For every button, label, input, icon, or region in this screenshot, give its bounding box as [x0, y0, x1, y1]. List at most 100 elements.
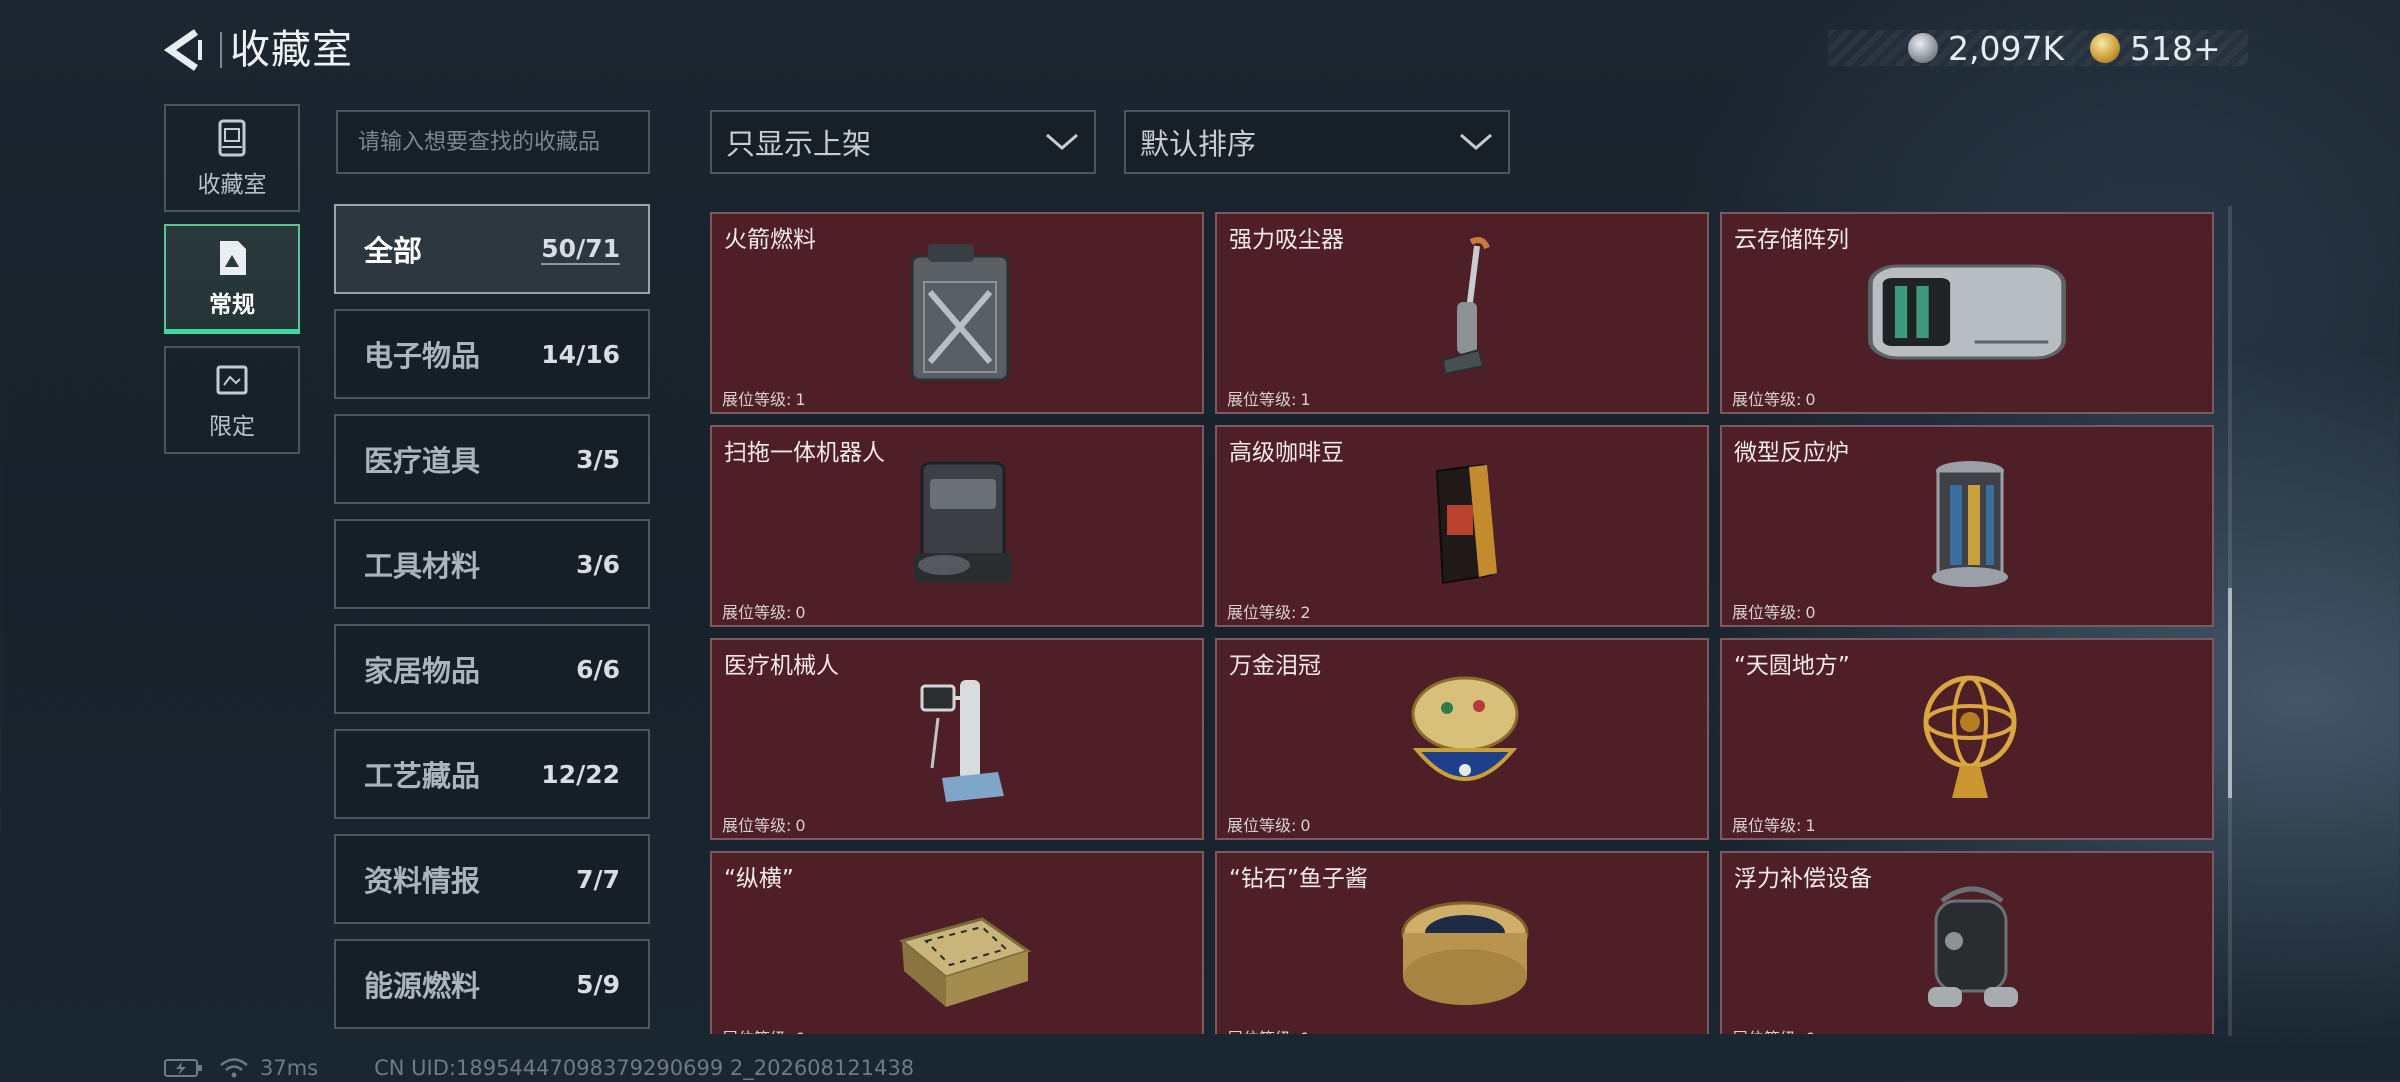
item-level-value: 1 [1300, 390, 1311, 409]
item-level: 展位等级:1 [718, 386, 806, 410]
battery-charging-icon [164, 1059, 202, 1077]
item-card[interactable]: 强力吸尘器 展位等级: 1 [1215, 212, 1709, 414]
item-level-label: 展位等级: [1732, 603, 1802, 622]
item-level-value: 2 [1300, 603, 1311, 622]
item-card[interactable]: 微型反应炉 展位等级: 0 [1720, 425, 2214, 627]
item-level-label: 展位等级: [722, 603, 792, 622]
category-count: 3/6 [576, 549, 620, 579]
search-input[interactable] [338, 112, 648, 172]
item-card[interactable]: 医疗机械人 展位等级: 0 [710, 638, 1204, 840]
side-tab-regular[interactable]: 常规 [164, 224, 300, 334]
item-card[interactable]: 万金泪冠 展位等级: 0 [1215, 638, 1709, 840]
category-all[interactable]: 全部 50/71 [334, 204, 650, 294]
item-level: 展位等级:0 [718, 599, 806, 623]
chevron-left-icon [163, 29, 202, 71]
item-name: 扫拖一体机器人 [724, 440, 885, 466]
item-level-label: 展位等级: [1227, 816, 1297, 835]
cabinet-icon [218, 119, 246, 157]
item-name: 浮力补偿设备 [1734, 866, 1872, 892]
item-card[interactable]: 云存储阵列 展位等级: 0 [1720, 212, 2214, 414]
jeweled-egg-icon [1411, 676, 1519, 781]
vacuum-cleaner-icon [1441, 237, 1490, 376]
gold-coin-icon [2090, 33, 2120, 63]
title-separator [220, 32, 222, 68]
armillary-sphere-icon [1923, 675, 2017, 798]
category-energy[interactable]: 能源燃料 5/9 [334, 939, 650, 1029]
category-tools[interactable]: 工具材料 3/6 [334, 519, 650, 609]
item-card[interactable]: 浮力补偿设备 展位等级: 0 [1720, 851, 2214, 1034]
item-card[interactable]: 高级咖啡豆 展位等级: 2 [1215, 425, 1709, 627]
mopping-robot-icon [914, 461, 1012, 583]
currency-gold-value: 518+ [2130, 28, 2221, 68]
display-filter-dropdown[interactable]: 只显示上架 [710, 110, 1096, 174]
item-card[interactable]: 扫拖一体机器人 展位等级: 0 [710, 425, 1204, 627]
item-level-value: 0 [795, 603, 806, 622]
item-level-label: 展位等级: [722, 390, 792, 409]
medical-robot-icon [920, 680, 1004, 802]
fuel-canister-icon [910, 244, 1010, 382]
category-name: 能源燃料 [364, 969, 481, 1003]
category-medical[interactable]: 医疗道具 3/5 [334, 414, 650, 504]
item-level: 展位等级:1 [1223, 386, 1311, 410]
silver-coin-icon [1908, 33, 1938, 63]
search-box[interactable] [336, 110, 650, 174]
side-tab-collection-room[interactable]: 收藏室 [164, 104, 300, 212]
item-name: 微型反应炉 [1734, 440, 1849, 466]
item-name: “天圆地方” [1734, 653, 1850, 679]
item-level: 展位等级:0 [1728, 599, 1816, 623]
wifi-icon [220, 1058, 248, 1078]
item-level: 展位等级:0 [1728, 386, 1816, 410]
item-name: 高级咖啡豆 [1229, 440, 1344, 466]
item-level-label: 展位等级: [722, 816, 792, 835]
side-tab-label: 收藏室 [197, 172, 267, 198]
item-card[interactable]: “天圆地方” 展位等级: 1 [1720, 638, 2214, 840]
currency-silver: 2,097K [1908, 29, 2064, 68]
item-level: 展位等级:0 [718, 812, 806, 836]
item-name: 医疗机械人 [724, 653, 839, 679]
buoyancy-device-icon [1928, 886, 2018, 1007]
category-name: 资料情报 [364, 864, 481, 898]
item-card[interactable]: “钻石”鱼子酱 展位等级: 1 [1215, 851, 1709, 1034]
item-level: 展位等级: 2 [1223, 599, 1311, 623]
item-card[interactable]: “纵横” 展位等级: 0 [710, 851, 1204, 1034]
item-level-label: 展位等级: [1227, 603, 1297, 622]
item-card[interactable]: 火箭燃料 展位等级: 1 [710, 212, 1204, 414]
category-electronics[interactable]: 电子物品 14/16 [334, 309, 650, 399]
item-level-value: 1 [1805, 816, 1816, 835]
category-name: 家居物品 [364, 654, 481, 688]
micro-reactor-icon [1932, 461, 2008, 587]
item-name: 云存储阵列 [1734, 227, 1849, 253]
side-tab-limited[interactable]: 限定 [164, 346, 300, 454]
category-count: 5/9 [576, 969, 620, 999]
item-name: 火箭燃料 [724, 227, 816, 253]
back-button[interactable] [160, 26, 210, 74]
page-title: 收藏室 [230, 27, 353, 73]
category-household[interactable]: 家居物品 6/6 [334, 624, 650, 714]
item-level-value: 0 [795, 816, 806, 835]
item-level-label: 展位等级: [1732, 1029, 1801, 1034]
currency-bar: 2,097K 518+ [1828, 28, 2248, 68]
collection-grid: 火箭燃料 展位等级:1 强力吸尘器 展位等级:1 云存储阵列 展位等级:0 [710, 212, 2220, 1034]
chevron-down-icon [1460, 133, 1492, 150]
category-name: 工具材料 [364, 549, 481, 583]
item-name: “钻石”鱼子酱 [1229, 866, 1368, 892]
item-level-value: 0 [795, 1029, 805, 1034]
item-level-value: 1 [795, 390, 806, 409]
dropdown-value: 只显示上架 [726, 127, 872, 161]
item-level: 展位等级:1 [1223, 1025, 1311, 1034]
document-icon [220, 241, 246, 275]
category-intel[interactable]: 资料情报 7/7 [334, 834, 650, 924]
category-count: 7/7 [576, 864, 620, 894]
chess-box-icon [898, 917, 1032, 1007]
category-crafts[interactable]: 工艺藏品 12/22 [334, 729, 650, 819]
uid-text: CN UID:18954447098379290699 2_2026081214… [374, 1056, 915, 1080]
grid-scroll-thumb[interactable] [2228, 588, 2232, 798]
item-name: 万金泪冠 [1229, 653, 1321, 679]
item-level-label: 展位等级: [1227, 390, 1297, 409]
item-level-value: 0 [1805, 1029, 1815, 1034]
side-tab-label: 常规 [209, 292, 255, 318]
item-level-value: 0 [1300, 816, 1311, 835]
category-name: 电子物品 [364, 339, 481, 373]
category-name: 工艺藏品 [364, 759, 481, 793]
sort-dropdown[interactable]: 默认排序 [1124, 110, 1510, 174]
